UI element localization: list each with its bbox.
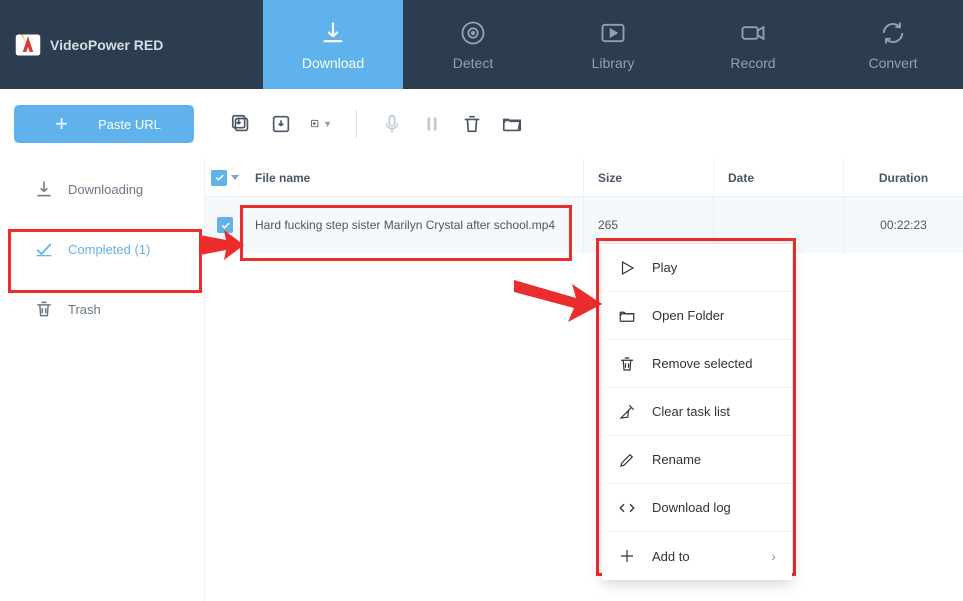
nav-convert[interactable]: Convert bbox=[823, 0, 963, 89]
broom-icon bbox=[618, 403, 636, 421]
sidebar: Downloading Completed (1) Trash bbox=[0, 159, 205, 601]
table-row[interactable]: Hard fucking step sister Marilyn Crystal… bbox=[205, 197, 963, 253]
sidebar-downloading-label: Downloading bbox=[68, 182, 143, 197]
nav-download[interactable]: Download bbox=[263, 0, 403, 89]
header-date[interactable]: Date bbox=[713, 159, 843, 196]
single-download-icon[interactable] bbox=[270, 113, 292, 135]
library-icon bbox=[599, 19, 627, 47]
nav-convert-label: Convert bbox=[868, 55, 917, 71]
chevron-right-icon: › bbox=[771, 548, 776, 564]
record-icon bbox=[739, 19, 767, 47]
mic-icon[interactable] bbox=[381, 113, 403, 135]
delete-icon[interactable] bbox=[461, 113, 483, 135]
menu-download-log-label: Download log bbox=[652, 500, 731, 515]
app-title: VideoPower RED bbox=[50, 37, 163, 53]
header-size[interactable]: Size bbox=[583, 159, 713, 196]
downloading-icon bbox=[34, 179, 54, 199]
body-area: Downloading Completed (1) Trash File nam… bbox=[0, 159, 963, 601]
app-header: VideoPower RED Download Detect Library R… bbox=[0, 0, 963, 89]
row-checkbox[interactable] bbox=[217, 217, 233, 233]
context-menu: Play Open Folder Remove selected Clear t… bbox=[602, 244, 792, 580]
sidebar-item-trash[interactable]: Trash bbox=[0, 279, 204, 339]
select-all-checkbox[interactable] bbox=[211, 170, 227, 186]
code-icon bbox=[618, 499, 636, 517]
menu-add-to[interactable]: Add to › bbox=[602, 532, 792, 580]
menu-open-folder-label: Open Folder bbox=[652, 308, 724, 323]
nav-library[interactable]: Library bbox=[543, 0, 683, 89]
content-area: File name Size Date Duration Hard fuckin… bbox=[205, 159, 963, 601]
logo-area: VideoPower RED bbox=[0, 31, 263, 59]
toolbar: + Paste URL ▼ bbox=[0, 89, 963, 159]
nav-download-label: Download bbox=[302, 55, 364, 71]
header-duration[interactable]: Duration bbox=[843, 159, 963, 196]
row-filename: Hard fucking step sister Marilyn Crystal… bbox=[245, 218, 583, 232]
sidebar-trash-label: Trash bbox=[68, 302, 101, 317]
row-duration: 00:22:23 bbox=[843, 197, 963, 253]
detect-icon bbox=[459, 19, 487, 47]
menu-add-to-label: Add to bbox=[652, 549, 690, 564]
table-header: File name Size Date Duration bbox=[205, 159, 963, 197]
plus-icon bbox=[618, 547, 636, 565]
menu-clear-task-list-label: Clear task list bbox=[652, 404, 730, 419]
toolbar-separator bbox=[356, 110, 357, 138]
menu-remove-selected-label: Remove selected bbox=[652, 356, 752, 371]
menu-remove-selected[interactable]: Remove selected bbox=[602, 340, 792, 388]
header-filename[interactable]: File name bbox=[245, 171, 583, 185]
row-checkbox-col[interactable] bbox=[205, 217, 245, 233]
dropdown-caret-icon[interactable] bbox=[231, 175, 239, 180]
open-folder-icon[interactable] bbox=[501, 113, 523, 135]
nav-detect-label: Detect bbox=[453, 55, 493, 71]
menu-open-folder[interactable]: Open Folder bbox=[602, 292, 792, 340]
folder-icon bbox=[618, 307, 636, 325]
menu-play-label: Play bbox=[652, 260, 677, 275]
sidebar-item-completed[interactable]: Completed (1) bbox=[0, 219, 204, 279]
paste-url-label: Paste URL bbox=[98, 117, 161, 132]
convert-settings-icon[interactable]: ▼ bbox=[310, 113, 332, 135]
menu-clear-task-list[interactable]: Clear task list bbox=[602, 388, 792, 436]
convert-icon bbox=[879, 19, 907, 47]
sidebar-item-downloading[interactable]: Downloading bbox=[0, 159, 204, 219]
nav-library-label: Library bbox=[592, 55, 635, 71]
play-icon bbox=[618, 259, 636, 277]
paste-url-button[interactable]: + Paste URL bbox=[14, 105, 194, 143]
app-logo-icon bbox=[14, 31, 42, 59]
pause-icon[interactable] bbox=[421, 113, 443, 135]
menu-rename[interactable]: Rename bbox=[602, 436, 792, 484]
menu-rename-label: Rename bbox=[652, 452, 701, 467]
main-nav: Download Detect Library Record Convert bbox=[263, 0, 963, 89]
plus-icon: + bbox=[55, 111, 68, 137]
sidebar-completed-label: Completed (1) bbox=[68, 242, 150, 257]
completed-icon bbox=[34, 239, 54, 259]
menu-download-log[interactable]: Download log bbox=[602, 484, 792, 532]
toolbar-icons: ▼ bbox=[230, 110, 523, 138]
dropdown-caret-icon: ▼ bbox=[323, 119, 332, 129]
nav-record-label: Record bbox=[730, 55, 775, 71]
header-checkbox-col[interactable] bbox=[205, 170, 245, 186]
pencil-icon bbox=[618, 451, 636, 469]
nav-record[interactable]: Record bbox=[683, 0, 823, 89]
batch-download-icon[interactable] bbox=[230, 113, 252, 135]
trash-icon bbox=[34, 299, 54, 319]
trash-icon bbox=[618, 355, 636, 373]
nav-detect[interactable]: Detect bbox=[403, 0, 543, 89]
menu-play[interactable]: Play bbox=[602, 244, 792, 292]
download-icon bbox=[319, 19, 347, 47]
